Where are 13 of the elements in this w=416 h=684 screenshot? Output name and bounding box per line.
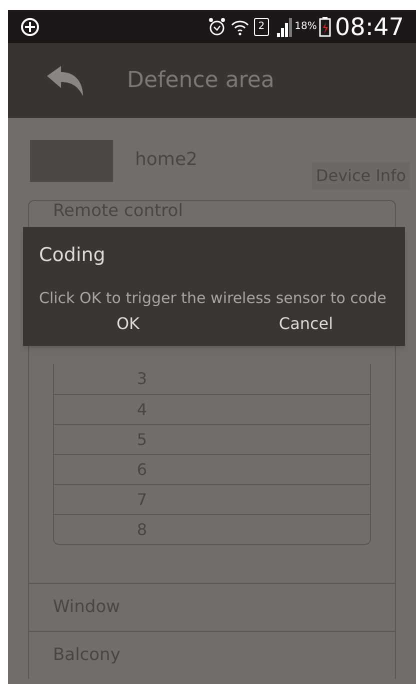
signal-icon <box>276 16 293 36</box>
circled-plus-icon <box>20 16 40 36</box>
dialog-title: Coding <box>39 243 106 268</box>
battery-percent: 18% <box>294 20 317 34</box>
battery-charging-icon <box>318 16 331 36</box>
clock-time: 08:47 <box>334 14 404 38</box>
page-title: Defence area <box>127 67 274 95</box>
ok-button[interactable]: OK <box>39 308 217 340</box>
sim-slot-label: 2 <box>254 18 269 36</box>
cancel-button[interactable]: Cancel <box>217 308 395 340</box>
dialog-message: Click OK to trigger the wireless sensor to code <box>39 288 388 308</box>
back-arrow-icon <box>45 66 85 96</box>
alarm-clock-icon <box>208 16 226 36</box>
